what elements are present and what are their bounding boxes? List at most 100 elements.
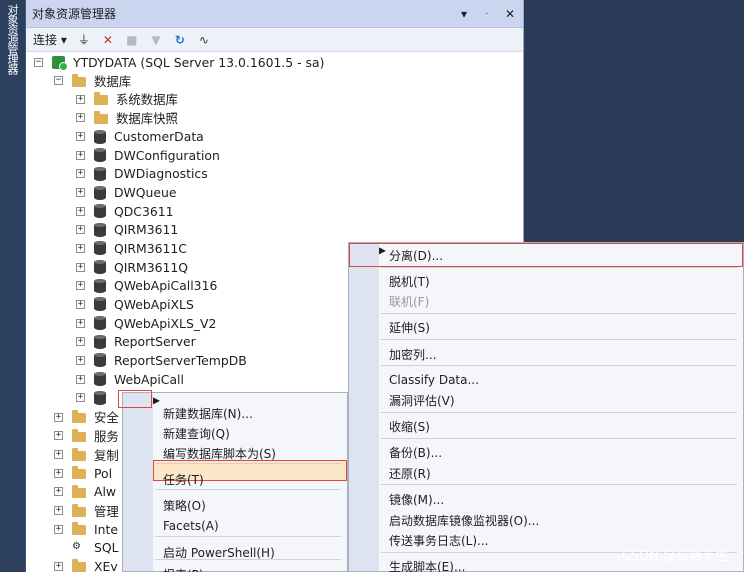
expand-toggle-icon[interactable]: +: [54, 431, 63, 441]
server-folder-item[interactable]: + XEv: [54, 557, 118, 572]
database-item[interactable]: + QIRM3611C: [76, 239, 187, 258]
server-folder-item[interactable]: + 管理: [54, 501, 119, 520]
server-folder-item-label: 复制: [94, 447, 119, 463]
context-menu-item[interactable]: 编写数据库脚本为(S): [163, 443, 276, 463]
expand-toggle-icon[interactable]: −: [54, 76, 63, 86]
database-item[interactable]: + DWQueue: [76, 183, 177, 202]
expand-toggle-icon[interactable]: +: [76, 94, 85, 104]
tree-folder-item[interactable]: + 数据库快照: [76, 109, 178, 128]
database-item[interactable]: + QDC3611: [76, 202, 173, 221]
expand-toggle-icon[interactable]: +: [76, 169, 85, 179]
database-item[interactable]: + QWebApiXLS_V2: [76, 314, 216, 333]
filter-icon[interactable]: ▼: [149, 33, 163, 47]
connect-plug-icon[interactable]: ⏚: [77, 31, 91, 48]
databases-folder-node[interactable]: − 数据库: [54, 72, 131, 91]
database-item[interactable]: + ReportServerTempDB: [76, 351, 247, 370]
server-node[interactable]: − YTDYDATA (SQL Server 13.0.1601.5 - sa): [34, 53, 324, 72]
expand-toggle-icon[interactable]: +: [76, 374, 85, 384]
submenu-item[interactable]: 启动数据库镜像监视器(O)...: [389, 510, 539, 530]
database-item[interactable]: + CustomerData: [76, 127, 204, 146]
context-menu-item[interactable]: 报表(P): [163, 564, 204, 572]
expand-toggle-icon[interactable]: +: [76, 355, 85, 365]
server-folder-item[interactable]: + Inte: [54, 520, 118, 539]
expand-toggle-icon[interactable]: +: [76, 206, 85, 216]
expand-toggle-icon[interactable]: +: [54, 450, 63, 460]
database-item-label: WebApiCall: [114, 371, 184, 387]
stop-icon[interactable]: ■: [125, 33, 139, 47]
database-item-label: QDC3611: [114, 203, 174, 219]
submenu-item[interactable]: Classify Data...: [389, 370, 479, 390]
context-menu-item[interactable]: 新建查询(Q): [163, 423, 230, 443]
expand-toggle-icon[interactable]: +: [76, 337, 85, 347]
database-icon: [94, 372, 106, 387]
expand-toggle-icon[interactable]: −: [34, 57, 43, 67]
server-folder-item[interactable]: + Alw: [54, 483, 116, 502]
menu-item-label: 报表(P): [163, 566, 204, 572]
server-folder-item[interactable]: ⚙ SQL: [54, 539, 119, 558]
submenu-item[interactable]: 还原(R): [389, 463, 431, 483]
server-folder-item[interactable]: + Pol: [54, 464, 112, 483]
menu-item-label: 延伸(S): [389, 320, 430, 335]
server-folder-item[interactable]: + 服务: [54, 427, 119, 446]
detach-menu-item[interactable]: 分离(D)...: [389, 245, 443, 265]
expand-toggle-icon[interactable]: +: [54, 506, 63, 516]
context-menu-item[interactable]: 新建数据库(N)...: [163, 403, 253, 423]
expand-toggle-icon[interactable]: +: [54, 561, 63, 571]
object-explorer-side-tab[interactable]: 对象资源管理器: [3, 4, 21, 74]
server-folder-item[interactable]: + 复制: [54, 445, 119, 464]
expand-toggle-icon[interactable]: +: [76, 243, 85, 253]
expand-toggle-icon[interactable]: +: [54, 412, 63, 422]
database-item[interactable]: + QIRM3611: [76, 221, 178, 240]
submenu-item[interactable]: 传送事务日志(L)...: [389, 530, 489, 550]
submenu-item[interactable]: 加密列...: [389, 344, 436, 364]
expand-toggle-icon[interactable]: +: [76, 188, 85, 198]
submenu-item[interactable]: 延伸(S): [389, 317, 430, 337]
menu-item-label: Classify Data...: [389, 373, 479, 387]
expand-toggle-icon[interactable]: +: [76, 132, 85, 142]
context-menu-item[interactable]: 策略(O): [163, 495, 206, 515]
expand-toggle-icon[interactable]: +: [76, 281, 85, 291]
tree-folder-item-label: 数据库快照: [116, 110, 178, 126]
database-item-label: QIRM3611Q: [114, 259, 188, 275]
database-item[interactable]: + QIRM3611Q: [76, 258, 188, 277]
expand-toggle-icon[interactable]: +: [76, 393, 85, 403]
database-item-label: QWebApiXLS_V2: [114, 315, 217, 331]
close-icon[interactable]: ✕: [503, 7, 517, 21]
menu-item-label: 收缩(S): [389, 419, 430, 434]
database-icon: [94, 297, 106, 312]
expand-toggle-icon[interactable]: +: [76, 299, 85, 309]
expand-toggle-icon[interactable]: +: [54, 487, 63, 497]
expand-toggle-icon[interactable]: +: [76, 113, 85, 123]
database-item[interactable]: + DWConfiguration: [76, 146, 220, 165]
expand-toggle-icon[interactable]: +: [76, 262, 85, 272]
submenu-item[interactable]: 收缩(S): [389, 416, 430, 436]
submenu-item[interactable]: 生成脚本(E)...: [389, 556, 465, 572]
database-item[interactable]: + QWebApiCall316: [76, 277, 217, 296]
expand-toggle-icon[interactable]: +: [76, 225, 85, 235]
server-folder-item[interactable]: + 安全: [54, 408, 119, 427]
database-item[interactable]: + WebApiCall: [76, 370, 184, 389]
refresh-icon[interactable]: ↻: [173, 33, 187, 47]
tasks-menu-item[interactable]: 任务(T): [163, 469, 204, 489]
submenu-item[interactable]: 镜像(M)...: [389, 489, 444, 509]
expand-toggle-icon[interactable]: +: [54, 524, 63, 534]
activity-monitor-icon[interactable]: ∿: [197, 33, 211, 47]
disconnect-plug-icon[interactable]: ✕: [101, 33, 115, 47]
connect-button[interactable]: 连接 ▾: [33, 31, 67, 48]
database-item[interactable]: + ReportServer: [76, 332, 196, 351]
window-position-dropdown-icon[interactable]: ▾: [457, 7, 471, 21]
database-item[interactable]: + QWebApiXLS: [76, 295, 194, 314]
expand-toggle-icon[interactable]: +: [76, 150, 85, 160]
pin-icon[interactable]: ᆞ: [480, 5, 494, 22]
expand-toggle-icon[interactable]: +: [54, 468, 63, 478]
context-menu-item[interactable]: Facets(A): [163, 516, 219, 536]
database-icon: [94, 390, 106, 405]
tree-folder-item[interactable]: + 系统数据库: [76, 90, 178, 109]
selected-database-item[interactable]: +: [76, 388, 114, 407]
submenu-item[interactable]: 漏洞评估(V): [389, 390, 455, 410]
submenu-item[interactable]: 脱机(T): [389, 271, 430, 291]
database-icon: [94, 278, 106, 293]
expand-toggle-icon[interactable]: +: [76, 318, 85, 328]
database-item[interactable]: + DWDiagnostics: [76, 165, 208, 184]
submenu-item[interactable]: 备份(B)...: [389, 442, 442, 462]
